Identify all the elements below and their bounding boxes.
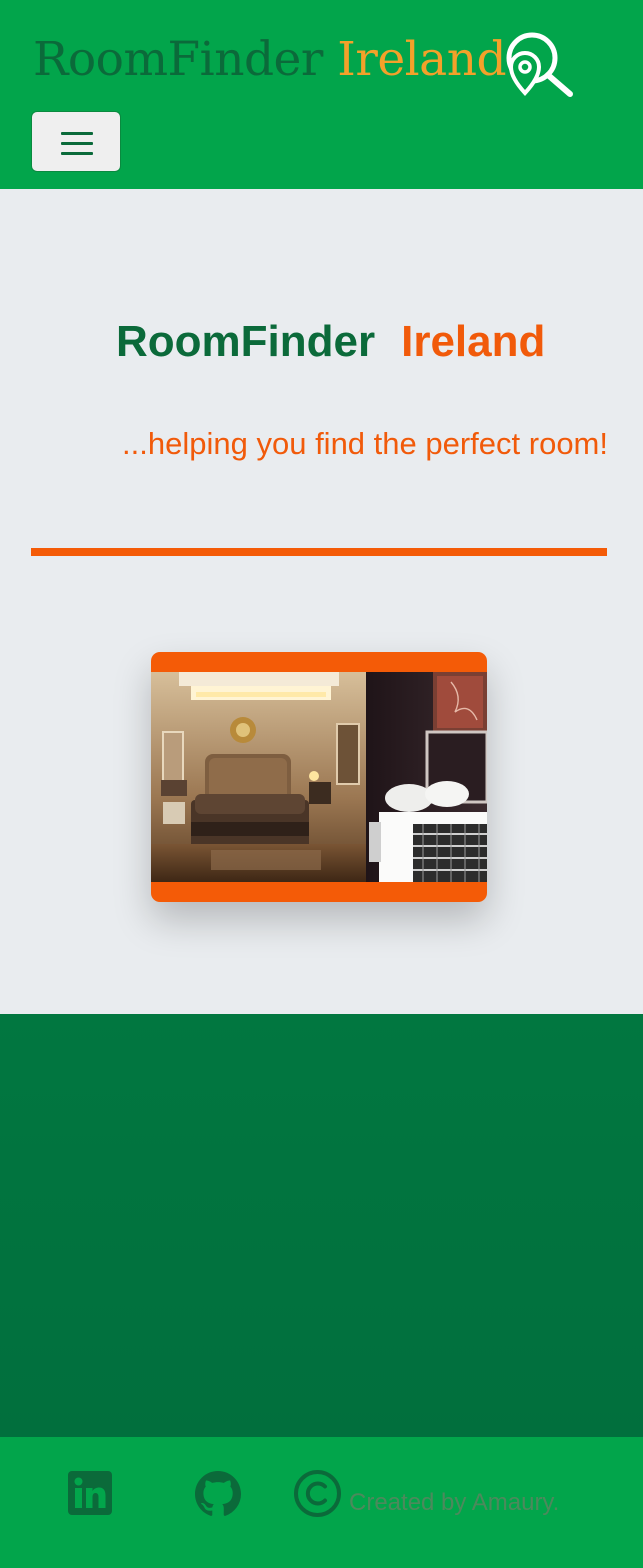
brand-country: Ireland: [337, 32, 507, 87]
hero-tagline: ...helping you find the perfect room!: [122, 426, 608, 461]
linkedin-link[interactable]: [68, 1471, 112, 1520]
footer: Created by Amaury.: [0, 1437, 643, 1568]
hero-divider: [31, 548, 607, 556]
hero-title-country: Ireland: [401, 317, 546, 366]
hamburger-menu-icon: [61, 132, 93, 135]
content-section: [0, 1014, 643, 1437]
room-photo-card: [151, 652, 487, 902]
copyright-credit: Created by Amaury.: [349, 1489, 560, 1516]
copyright-icon: [293, 1469, 342, 1523]
brand-link[interactable]: RoomFinder Ireland: [33, 32, 507, 87]
hero-section: RoomFinder Ireland ...helping you find th…: [0, 189, 643, 1014]
navbar: RoomFinder Ireland: [0, 0, 643, 189]
navbar-toggle-button[interactable]: [31, 111, 121, 172]
hero-title: RoomFinder Ireland: [116, 317, 545, 367]
location-search-icon: [506, 32, 573, 97]
linkedin-icon: [68, 1471, 112, 1515]
github-icon: [195, 1471, 241, 1516]
bedroom-photo-1: [151, 672, 366, 882]
bedroom-photo-2: [366, 672, 487, 882]
room-photos: [151, 672, 487, 882]
hero-title-name: RoomFinder: [116, 317, 376, 366]
github-link[interactable]: [195, 1471, 241, 1522]
brand-name: RoomFinder: [33, 32, 323, 87]
